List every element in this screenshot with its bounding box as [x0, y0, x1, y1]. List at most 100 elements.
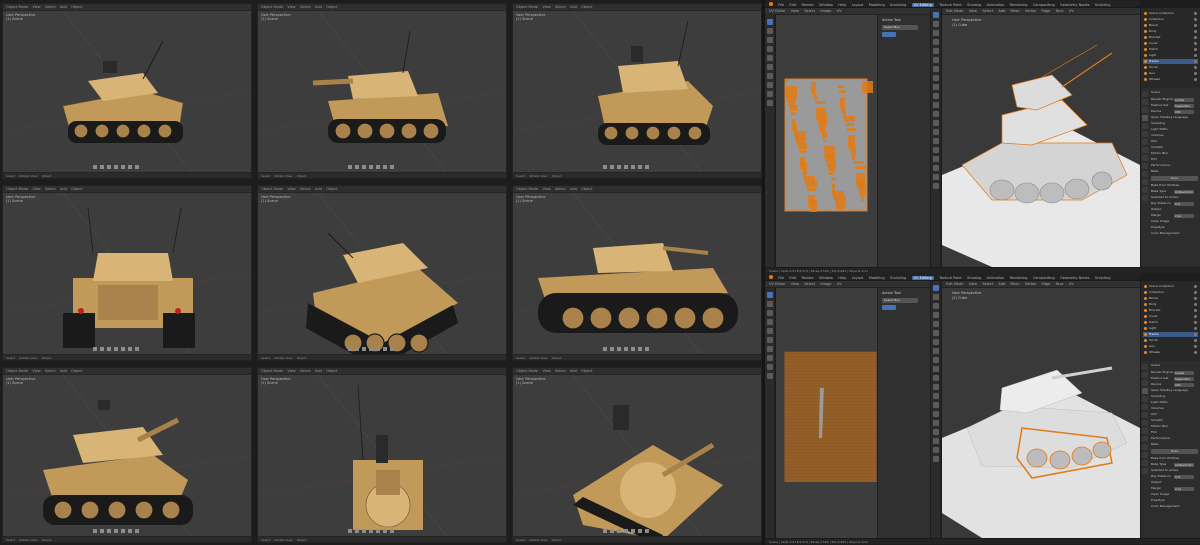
bake-property-row[interactable]: Bake from Multires: [1151, 183, 1198, 188]
outliner-row[interactable]: Bracket: [1143, 35, 1198, 40]
visibility-eye-icon[interactable]: [1194, 327, 1197, 330]
bake-button[interactable]: Bake: [1151, 449, 1198, 454]
add-menu[interactable]: Add: [60, 187, 67, 191]
object-menu[interactable]: Object: [326, 369, 337, 373]
tool-icon[interactable]: [933, 294, 939, 300]
tab-scripting[interactable]: Scripting: [1095, 3, 1111, 7]
visibility-eye-icon[interactable]: [1194, 30, 1197, 33]
viewport-5[interactable]: Object Mode View Select Add Object User …: [257, 185, 507, 361]
tool-icon[interactable]: [767, 364, 773, 370]
visibility-eye-icon[interactable]: [1194, 345, 1197, 348]
tool-icon[interactable]: [933, 174, 939, 180]
view3d-canvas-lower[interactable]: User Perspective (1) Cube: [942, 288, 1140, 538]
select-mode-icon[interactable]: [882, 305, 896, 310]
uv-view-menu[interactable]: View: [791, 282, 799, 286]
tab-sculpting[interactable]: Sculpting: [890, 3, 906, 7]
viewport-3[interactable]: Object Mode View Select Add Object User …: [512, 3, 762, 179]
tool-icon[interactable]: [767, 346, 773, 352]
tool-icon[interactable]: [933, 375, 939, 381]
tab-modeling[interactable]: Modeling: [869, 276, 885, 280]
tool-icon[interactable]: [767, 310, 773, 316]
select-menu[interactable]: Select: [300, 369, 311, 373]
properties-tab-icon[interactable]: [1142, 123, 1148, 129]
properties-tab-icon[interactable]: [1142, 404, 1148, 410]
edge-menu[interactable]: Edge: [1042, 9, 1051, 13]
tool-icon[interactable]: [933, 57, 939, 63]
properties-tab-icon[interactable]: [1142, 163, 1148, 169]
edit-mode-select[interactable]: Edit Mode: [946, 9, 963, 13]
tool-icon[interactable]: [933, 75, 939, 81]
tool-icon[interactable]: [767, 100, 773, 106]
uv-menu[interactable]: UV: [1069, 9, 1074, 13]
uv-select-menu[interactable]: Select: [804, 282, 815, 286]
outliner-row[interactable]: Turret: [1143, 65, 1198, 70]
property-row[interactable]: Sampling: [1151, 394, 1198, 399]
tab-shading[interactable]: Shading: [967, 276, 981, 280]
viewport-7[interactable]: Object Mode View Select Add Object User …: [2, 367, 252, 543]
add-menu[interactable]: Add: [570, 369, 577, 373]
bake-property-row[interactable]: Bake Type Ambient Occ.: [1151, 189, 1198, 194]
bake-button[interactable]: Bake: [1151, 176, 1198, 181]
visibility-eye-icon[interactable]: [1194, 339, 1197, 342]
tool-icon[interactable]: [933, 393, 939, 399]
visibility-eye-icon[interactable]: [1194, 297, 1197, 300]
visibility-eye-icon[interactable]: [1194, 351, 1197, 354]
bake-property-row[interactable]: Clear Image: [1151, 492, 1198, 497]
tool-icon[interactable]: [767, 319, 773, 325]
tool-icon[interactable]: [933, 93, 939, 99]
menu-file[interactable]: File: [778, 276, 784, 280]
property-value[interactable]: Ambient Occ.: [1174, 189, 1194, 194]
property-value[interactable]: CPU: [1174, 109, 1194, 114]
menu-window[interactable]: Window: [819, 276, 833, 280]
mode-select[interactable]: Object Mode: [261, 369, 283, 373]
mesh-menu[interactable]: Mesh: [1010, 9, 1019, 13]
tool-icon[interactable]: [767, 91, 773, 97]
bake-property-row[interactable]: Color Management: [1151, 504, 1198, 509]
viewport-6[interactable]: Object Mode View Select Add Object User …: [512, 185, 762, 361]
select-menu[interactable]: Select: [982, 9, 993, 13]
tool-icon[interactable]: [767, 19, 773, 25]
properties-tab-icon[interactable]: [1142, 468, 1148, 474]
property-value[interactable]: 0 m: [1174, 474, 1194, 479]
tool-icon[interactable]: [767, 355, 773, 361]
property-row[interactable]: Sampling: [1151, 121, 1198, 126]
bake-property-row[interactable]: Color Management: [1151, 231, 1198, 236]
properties-tab-icon[interactable]: [1142, 372, 1148, 378]
mode-select[interactable]: Object Mode: [516, 369, 538, 373]
tool-icon[interactable]: [767, 373, 773, 379]
tab-compositing[interactable]: Compositing: [1033, 3, 1055, 7]
property-row[interactable]: Device CPU: [1151, 109, 1198, 114]
properties-tab-icon[interactable]: [1142, 460, 1148, 466]
bake-property-row[interactable]: Bake from Multires: [1151, 456, 1198, 461]
select-menu[interactable]: Select: [300, 187, 311, 191]
mode-select[interactable]: Object Mode: [261, 5, 283, 9]
tool-icon[interactable]: [767, 46, 773, 52]
tool-icon[interactable]: [767, 37, 773, 43]
tab-compositing[interactable]: Compositing: [1033, 276, 1055, 280]
outliner-row[interactable]: Cover: [1143, 41, 1198, 46]
tool-icon[interactable]: [933, 66, 939, 72]
select-menu[interactable]: Select: [300, 5, 311, 9]
tab-layout[interactable]: Layout: [852, 276, 864, 280]
uv-canvas-lower[interactable]: [776, 288, 915, 538]
face-menu[interactable]: Face: [1056, 282, 1064, 286]
visibility-eye-icon[interactable]: [1194, 48, 1197, 51]
blender-logo-icon[interactable]: [769, 2, 773, 6]
tool-icon[interactable]: [933, 303, 939, 309]
properties-tab-icon[interactable]: [1142, 195, 1148, 201]
viewport-1[interactable]: Object Mode View Select Add Object User …: [2, 3, 252, 179]
object-menu[interactable]: Object: [326, 5, 337, 9]
mode-select[interactable]: Object Mode: [6, 369, 28, 373]
view-menu[interactable]: View: [32, 187, 40, 191]
select-mode-icon[interactable]: [882, 32, 896, 37]
mode-select[interactable]: Object Mode: [516, 5, 538, 9]
outliner-row[interactable]: Gun: [1143, 71, 1198, 76]
property-row[interactable]: Motion Blur: [1151, 151, 1198, 156]
properties-tab-icon[interactable]: [1142, 444, 1148, 450]
tool-icon[interactable]: [933, 165, 939, 171]
outliner-row[interactable]: Bracket: [1143, 308, 1198, 313]
menu-window[interactable]: Window: [819, 3, 833, 7]
tool-icon[interactable]: [767, 292, 773, 298]
add-menu[interactable]: Add: [998, 282, 1005, 286]
view-menu[interactable]: View: [542, 187, 550, 191]
